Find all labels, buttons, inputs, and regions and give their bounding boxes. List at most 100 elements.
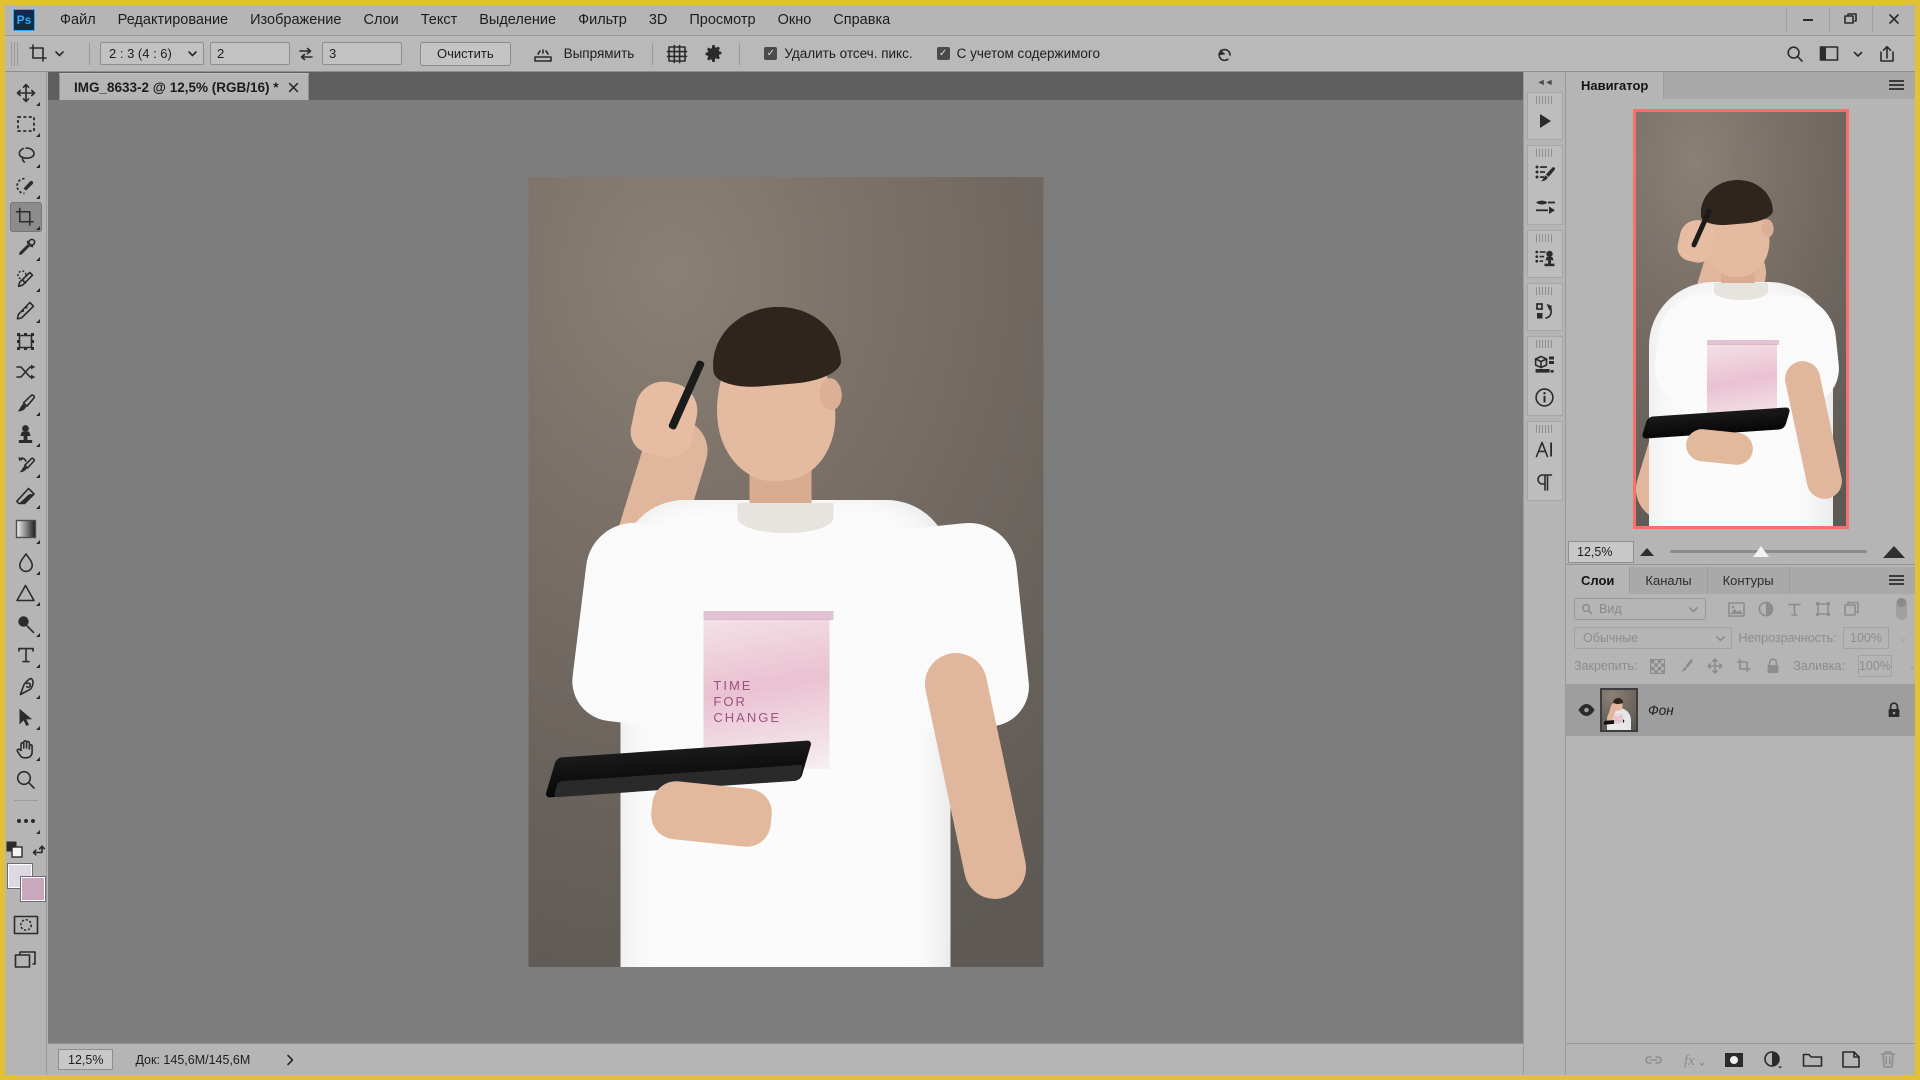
canvas-area[interactable]: TIME FOR CHANGE [48,100,1523,1043]
chevron-down-icon[interactable]: ⌄ [1909,661,1915,672]
menu-layers[interactable]: Слои [352,8,409,32]
sidebar-item-burn-tool[interactable] [10,609,42,639]
tab-navigator[interactable]: Навигатор [1566,72,1665,99]
history-icon[interactable] [1528,296,1562,328]
delete-layer-icon[interactable] [1879,1050,1897,1069]
panel-menu-icon[interactable] [1878,567,1915,594]
status-zoom-field[interactable]: 12,5% [58,1049,114,1070]
crop-width-input[interactable]: 2 [210,42,290,65]
large-mountain-icon[interactable] [1883,545,1905,558]
menu-window[interactable]: Окно [767,8,823,32]
collapse-double-chevron-icon[interactable]: ◄◄ [1524,72,1565,92]
quick-mask-icon[interactable] [10,910,42,940]
navigator-zoom-field[interactable]: 12,5% [1568,540,1634,563]
sidebar-item-quick-selection-tool[interactable] [10,171,42,201]
lock-image-pixels-icon[interactable] [1678,658,1694,674]
shape-layers-icon[interactable] [1815,601,1831,617]
sidebar-item-crop-tool[interactable] [9,202,42,232]
small-mountain-icon[interactable] [1640,547,1654,556]
new-group-icon[interactable] [1802,1052,1823,1068]
fill-value[interactable]: 100% [1857,655,1892,677]
sidebar-item-spot-healing-brush-tool[interactable] [10,264,42,294]
new-layer-icon[interactable] [1842,1051,1860,1068]
screen-mode-icon[interactable] [10,945,42,975]
document-tab[interactable]: IMG_8633-2 @ 12,5% (RGB/16) * [59,73,309,100]
menu-image[interactable]: Изображение [239,8,352,32]
crop-ratio-select[interactable]: 2 : 3 (4 : 6) [100,42,204,65]
search-icon[interactable] [1781,41,1809,67]
menu-help[interactable]: Справка [822,8,901,32]
sidebar-item-path-selection-tool[interactable] [10,702,42,732]
layer-thumbnail[interactable] [1600,688,1638,732]
chevron-down-icon[interactable] [1849,41,1867,67]
add-layer-mask-icon[interactable] [1724,1052,1744,1068]
default-colors-icon[interactable] [6,841,23,858]
content-aware-row[interactable]: ✓ С учетом содержимого [936,46,1100,61]
lock-position-icon[interactable] [1707,658,1724,674]
menu-edit[interactable]: Редактирование [107,8,239,32]
panel-grip[interactable] [1535,340,1554,348]
panel-grip[interactable] [1535,234,1554,242]
opacity-value[interactable]: 100% [1842,627,1890,649]
sidebar-item-shuffle-tool[interactable] [10,357,42,387]
menu-filter[interactable]: Фильтр [567,8,638,32]
panel-grip[interactable] [1535,287,1554,295]
lock-artboard-icon[interactable] [1736,658,1753,674]
chevron-down-icon[interactable]: ⌄ [1899,633,1907,644]
slider-knob[interactable] [1752,545,1769,557]
brush-presets-icon[interactable] [1528,190,1562,222]
eye-icon[interactable] [1572,703,1600,717]
delete-cropped-pixels-row[interactable]: ✓ Удалить отсеч. пикс. [764,46,913,61]
swap-colors-icon[interactable] [31,842,46,857]
sidebar-item-dodge-tool[interactable] [10,578,42,608]
close-icon[interactable] [288,82,299,93]
delete-cropped-pixels-checkbox[interactable]: ✓ [764,47,778,60]
sidebar-item-zoom-tool[interactable] [10,764,42,794]
sidebar-item-brush-tool[interactable] [10,388,42,418]
layer-name[interactable]: Фон [1648,703,1674,718]
tab-layers[interactable]: Слои [1566,567,1631,594]
swap-arrows-icon[interactable] [293,42,319,66]
close-icon[interactable] [1872,6,1915,32]
layer-kind-filter[interactable]: Вид [1574,598,1706,620]
sidebar-item-patch-tool[interactable] [10,295,42,325]
pixel-layers-icon[interactable] [1728,601,1745,617]
menu-view[interactable]: Просмотр [678,8,766,32]
lock-icon[interactable] [1887,702,1901,718]
character-icon[interactable] [1528,434,1562,466]
restore-icon[interactable] [1829,6,1872,32]
crop-overlay-grid-icon[interactable] [663,41,691,67]
sidebar-item-type-tool[interactable] [10,640,42,670]
gear-icon[interactable] [699,41,727,67]
navigator-zoom-slider[interactable] [1670,541,1867,563]
menu-text[interactable]: Текст [410,8,469,32]
tab-channels[interactable]: Каналы [1630,567,1708,594]
sidebar-item-gradient-tool[interactable] [10,512,42,546]
paragraph-icon[interactable] [1528,466,1562,498]
sidebar-item-marquee-tool[interactable] [10,109,42,139]
lock-transparent-pixels-icon[interactable] [1650,658,1666,674]
panel-grip[interactable] [1535,96,1554,104]
lock-all-icon[interactable] [1766,658,1780,674]
brush-settings-icon[interactable] [1528,158,1562,190]
sidebar-item-pen-tool[interactable] [10,671,42,701]
panel-grip[interactable] [1535,149,1554,157]
sidebar-item-hand-tool[interactable] [10,733,42,763]
straighten-icon[interactable] [529,41,557,67]
sidebar-item-eyedropper-tool[interactable] [10,233,42,263]
chevron-right-icon[interactable] [284,1053,296,1067]
tool-preset-picker[interactable] [24,40,71,68]
adjustment-layers-icon[interactable] [1758,601,1774,617]
sidebar-item-lasso-tool[interactable] [10,140,42,170]
sidebar-item-clone-stamp-tool[interactable] [10,419,42,449]
sidebar-item-eraser-tool[interactable] [10,481,42,511]
sidebar-item-frame-tool[interactable] [10,326,42,356]
smart-object-icon[interactable] [1844,601,1860,617]
sidebar-item-history-brush-tool[interactable] [10,450,42,480]
3d-icon[interactable] [1528,349,1562,381]
filter-toggle-icon[interactable] [1896,598,1907,620]
navigator-thumbnail[interactable] [1632,109,1849,529]
sidebar-item-move-tool[interactable] [10,78,42,108]
type-layers-icon[interactable] [1787,602,1802,617]
play-triangle-icon[interactable] [1528,105,1562,137]
